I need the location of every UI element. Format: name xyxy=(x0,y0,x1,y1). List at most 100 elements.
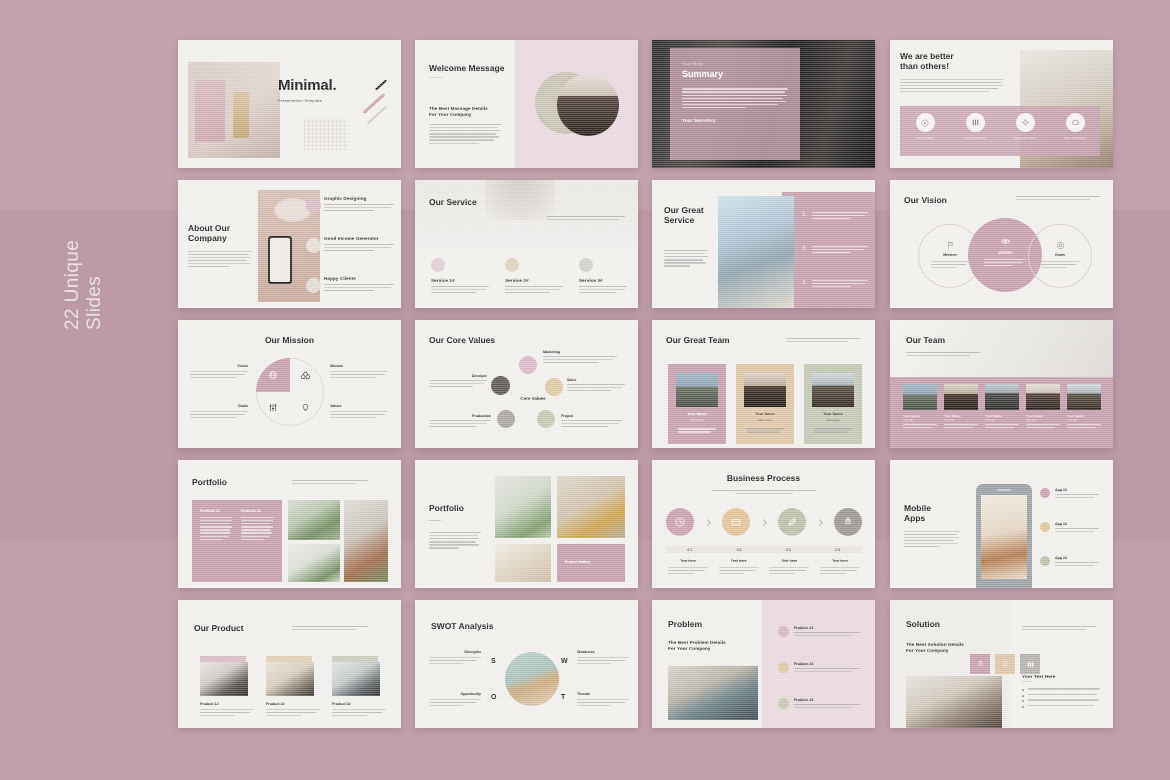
mission-item[interactable]: Vision xyxy=(190,364,248,380)
process-step[interactable]: Text here xyxy=(666,559,710,581)
process-step[interactable]: Text here xyxy=(767,559,811,581)
play-circle-icon xyxy=(915,113,935,132)
portfolio-item[interactable]: Portfolio 2# xyxy=(241,509,274,542)
leaf-icon[interactable] xyxy=(778,508,806,536)
clock-icon[interactable] xyxy=(666,508,694,536)
title-heading-wrap: Minimal. Presentation Template xyxy=(278,77,344,108)
slide-our-team[interactable]: Our Team Your Name The Job Your Name The… xyxy=(890,320,1113,448)
core-item[interactable]: Sales xyxy=(567,378,625,393)
about-item[interactable]: Graphic Designing xyxy=(324,196,394,213)
swot-item[interactable]: Threats xyxy=(577,692,629,708)
team-card[interactable]: Your Name CEO Here xyxy=(668,364,726,444)
core-item[interactable]: Develper xyxy=(429,374,487,389)
bulb-icon[interactable] xyxy=(995,654,1015,674)
product-photo[interactable] xyxy=(266,662,314,696)
service-item[interactable]: Service 3# xyxy=(579,258,627,295)
swot-item[interactable]: Opportunity xyxy=(429,692,481,708)
swot-item[interactable]: Weakness xyxy=(577,650,629,666)
slide-business-process[interactable]: Business Process 01 02 03 04 Text here T… xyxy=(652,460,875,588)
app-item[interactable]: App #3 xyxy=(1040,556,1102,568)
product-photo[interactable] xyxy=(332,662,380,696)
slide-portfolio-b[interactable]: Portfolio Project Gallery xyxy=(415,460,638,588)
core-node-sales[interactable] xyxy=(545,378,563,396)
slide-mobile-apps[interactable]: Mobile Apps App #1 App #2 App #3 xyxy=(890,460,1113,588)
product-item[interactable]: Product 2# xyxy=(266,702,320,718)
slide-we-are-better[interactable]: We are better than others! Video Quality xyxy=(890,40,1113,168)
team-member[interactable]: Your Name The Job xyxy=(985,384,1019,430)
great-service-step[interactable]: 3. xyxy=(802,280,868,289)
great-service-step[interactable]: 1. xyxy=(802,212,868,221)
page-title: Business Process xyxy=(726,473,801,483)
slide-our-service[interactable]: Our Service Service 1# Service 2# Servic… xyxy=(415,180,638,308)
mission-item[interactable]: Mission xyxy=(330,364,388,380)
core-item[interactable]: Project xyxy=(561,414,623,429)
slide-problem[interactable]: Problem The Best Problem Details For You… xyxy=(652,600,875,728)
core-node-production[interactable] xyxy=(497,410,515,428)
about-item[interactable]: Good Income Generator xyxy=(324,236,394,253)
portfolio-photo[interactable] xyxy=(495,544,551,582)
team-member[interactable]: Your Name The Job xyxy=(1067,384,1101,430)
slide-summary[interactable]: Your Story Summary Your Secretary xyxy=(652,40,875,168)
app-item[interactable]: App #1 xyxy=(1040,488,1102,500)
team-member[interactable]: Your Name The Job xyxy=(944,384,978,430)
slide-about-company[interactable]: About Our Company Graphic Designing Good… xyxy=(178,180,401,308)
slide-portfolio-a[interactable]: Portfolio Portfolio 1# Portfolio 2# xyxy=(178,460,401,588)
target-icon xyxy=(1029,241,1091,250)
problem-item[interactable]: Problem #3 xyxy=(778,698,864,710)
mission-item[interactable]: Goals xyxy=(190,404,248,420)
columns-icon[interactable] xyxy=(1020,654,1040,674)
slide-welcome-message[interactable]: Welcome Message The Best Massage Details… xyxy=(415,40,638,168)
app-item[interactable]: App #2 xyxy=(1040,522,1102,534)
swot-item[interactable]: Strengths xyxy=(429,650,481,666)
process-step[interactable]: Text here xyxy=(818,559,862,581)
globe-icon xyxy=(264,366,282,384)
mission-item-label: Mission xyxy=(330,364,344,368)
team-member[interactable]: Your Name The Job xyxy=(1026,384,1060,430)
process-step[interactable]: Text here xyxy=(717,559,761,581)
team-card[interactable]: Your Name CEO Here xyxy=(804,364,862,444)
core-item[interactable]: Marketing xyxy=(543,350,617,365)
problem-item[interactable]: Problem #2 xyxy=(778,662,864,674)
vision-circle-right[interactable]: Goals xyxy=(1028,224,1092,288)
core-item[interactable]: Production xyxy=(429,414,491,429)
feature-item[interactable]: Video Quality xyxy=(902,113,948,140)
slide-title[interactable]: Minimal. Presentation Template xyxy=(178,40,401,168)
slide-our-mission[interactable]: Our Mission Vision Mission Goals Values xyxy=(178,320,401,448)
team-member-role: CEO Here xyxy=(826,417,840,422)
rocket-icon[interactable] xyxy=(970,654,990,674)
core-node-project[interactable] xyxy=(537,410,555,428)
slide-solution[interactable]: Solution The Best Solution Details For Y… xyxy=(890,600,1113,728)
slide-our-vision[interactable]: Our Vision Mission Vision Goals xyxy=(890,180,1113,308)
problem-item[interactable]: Problem #1 xyxy=(778,626,864,638)
portfolio-photo[interactable] xyxy=(557,476,625,538)
product-photo[interactable] xyxy=(200,662,248,696)
core-node-develper[interactable] xyxy=(491,376,510,395)
slide-our-product[interactable]: Our Product Product 1# Product 2# Produc… xyxy=(178,600,401,728)
slide-count-caption: 22 Unique Slides xyxy=(62,239,106,330)
feature-item[interactable]: Quality Sample xyxy=(952,113,998,140)
core-node-marketing[interactable] xyxy=(519,356,537,374)
feature-item[interactable]: Awesome Office xyxy=(1002,113,1048,140)
slide-core-values[interactable]: Our Core Values Core Values Marketing Sa… xyxy=(415,320,638,448)
portfolio-photo[interactable] xyxy=(288,500,340,540)
portfolio-photo[interactable] xyxy=(495,476,551,538)
feature-item[interactable]: Best Teamwork xyxy=(1052,113,1098,140)
mission-item[interactable]: Values xyxy=(330,404,388,420)
service-item[interactable]: Service 1# xyxy=(431,258,489,295)
about-item[interactable]: Happy Clients xyxy=(324,276,394,293)
product-item[interactable]: Product 3# xyxy=(332,702,386,718)
service-item[interactable]: Service 2# xyxy=(505,258,563,295)
product-item[interactable]: Product 1# xyxy=(200,702,254,718)
portfolio-item[interactable]: Portfolio 1# xyxy=(200,509,233,542)
team-member[interactable]: Your Name The Job xyxy=(903,384,937,430)
portfolio-photo[interactable] xyxy=(288,544,340,582)
slide-our-great-team[interactable]: Our Great Team Your Name CEO Here Your N xyxy=(652,320,875,448)
rocket-icon[interactable] xyxy=(834,508,862,536)
slide-swot-analysis[interactable]: SWOT Analysis S W O T Strengths Weakness… xyxy=(415,600,638,728)
great-service-step[interactable]: 2. xyxy=(802,246,868,255)
portfolio-photo[interactable] xyxy=(344,500,388,582)
slide-our-great-service[interactable]: Our Great Service 1. 2. 3. xyxy=(652,180,875,308)
box-icon[interactable] xyxy=(722,508,750,536)
page-title: About Our Company xyxy=(188,223,231,243)
team-card[interactable]: Your Name CEO Here xyxy=(736,364,794,444)
